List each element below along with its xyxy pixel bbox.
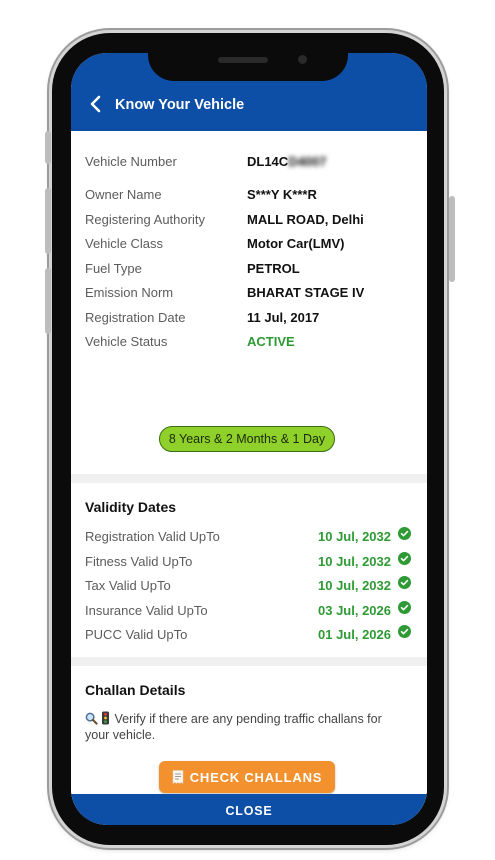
validity-date: 01 Jul, 2026 [318,627,391,642]
detail-label: Vehicle Class [85,236,164,251]
detail-label: Vehicle Number [85,154,177,169]
validity-label: Insurance Valid UpTo [85,603,208,618]
phone-volume-down [45,268,51,334]
app-screen: Know Your Vehicle Vehicle Number DL14CD4… [71,53,427,825]
traffic-light-icon [102,711,110,725]
detail-label: Emission Norm [85,285,174,300]
detail-row-fuel-type: Fuel Type PETROL [85,261,411,281]
validity-date: 03 Jul, 2026 [318,603,391,618]
vehicle-number-visible: DL14C [247,154,289,169]
page-title: Know Your Vehicle [115,97,245,113]
vehicle-age-pill: 8 Years & 2 Months & 1 Day [159,426,335,452]
vehicle-number-value: DL14CD4007 [247,154,327,169]
validity-row-tax: Tax Valid UpTo 10 Jul, 2032 [85,576,411,598]
check-circle-icon [398,527,411,540]
detail-row-vehicle-status: Vehicle Status ACTIVE [85,334,411,354]
detail-row-registering-authority: Registering Authority MALL ROAD, Delhi [85,212,411,232]
detail-value: BHARAT STAGE IV [247,285,365,300]
detail-row-emission-norm: Emission Norm BHARAT STAGE IV [85,285,411,305]
validity-row-pucc: PUCC Valid UpTo 01 Jul, 2026 [85,625,411,647]
speaker-grille [218,57,268,63]
validity-section-title: Validity Dates [85,499,177,515]
challan-description-text: Verify if there are any pending traffic … [85,712,382,742]
detail-row-owner-name: Owner Name S***Y K***R [85,187,411,207]
front-camera [298,55,307,64]
detail-row-vehicle-class: Vehicle Class Motor Car(LMV) [85,236,411,256]
detail-label: Owner Name [85,187,162,202]
magnifier-icon [85,712,98,725]
validity-row-registration: Registration Valid UpTo 10 Jul, 2032 [85,527,411,549]
detail-label: Registering Authority [85,212,205,227]
detail-value: PETROL [247,261,300,276]
validity-row-insurance: Insurance Valid UpTo 03 Jul, 2026 [85,601,411,623]
back-button[interactable] [85,93,107,115]
check-challans-button[interactable]: CHECK CHALLANS [159,761,335,793]
check-circle-icon [398,625,411,638]
validity-label: Tax Valid UpTo [85,578,171,593]
detail-value: 11 Jul, 2017 [247,310,320,325]
check-circle-icon [398,576,411,589]
validity-label: Fitness Valid UpTo [85,554,193,569]
detail-label: Vehicle Status [85,334,168,349]
validity-row-fitness: Fitness Valid UpTo 10 Jul, 2032 [85,552,411,574]
challan-details-card: Challan Details Verify if there are any … [71,666,427,814]
vehicle-details-card: Vehicle Number DL14CD4007 Owner Name S**… [71,131,427,474]
check-challans-label: CHECK CHALLANS [189,769,323,785]
validity-dates-card: Validity Dates Registration Valid UpTo 1… [71,483,427,657]
validity-date: 10 Jul, 2032 [318,578,391,593]
detail-value: Motor Car(LMV) [247,236,345,251]
close-button[interactable]: CLOSE [71,794,427,825]
receipt-icon [172,770,184,784]
check-circle-icon [398,552,411,565]
detail-label: Fuel Type [85,261,142,276]
chevron-left-icon [90,95,101,113]
detail-value: MALL ROAD, Delhi [247,212,364,227]
challan-description: Verify if there are any pending traffic … [85,711,405,743]
phone-notch [148,33,348,81]
check-circle-icon [398,601,411,614]
validity-label: PUCC Valid UpTo [85,627,188,642]
phone-power-button [449,196,455,282]
phone-volume-up [45,188,51,254]
vehicle-number-obscured: D4007 [288,154,327,169]
detail-row-vehicle-number: Vehicle Number DL14CD4007 [85,154,411,174]
status-badge: ACTIVE [247,334,295,349]
challan-icons [85,711,110,727]
challan-section-title: Challan Details [85,682,186,698]
validity-label: Registration Valid UpTo [85,529,220,544]
phone-mute-switch [45,131,51,164]
detail-label: Registration Date [85,310,186,325]
detail-row-registration-date: Registration Date 11 Jul, 2017 [85,310,411,330]
validity-date: 10 Jul, 2032 [318,554,391,569]
validity-date: 10 Jul, 2032 [318,529,391,544]
detail-value: S***Y K***R [247,187,317,202]
